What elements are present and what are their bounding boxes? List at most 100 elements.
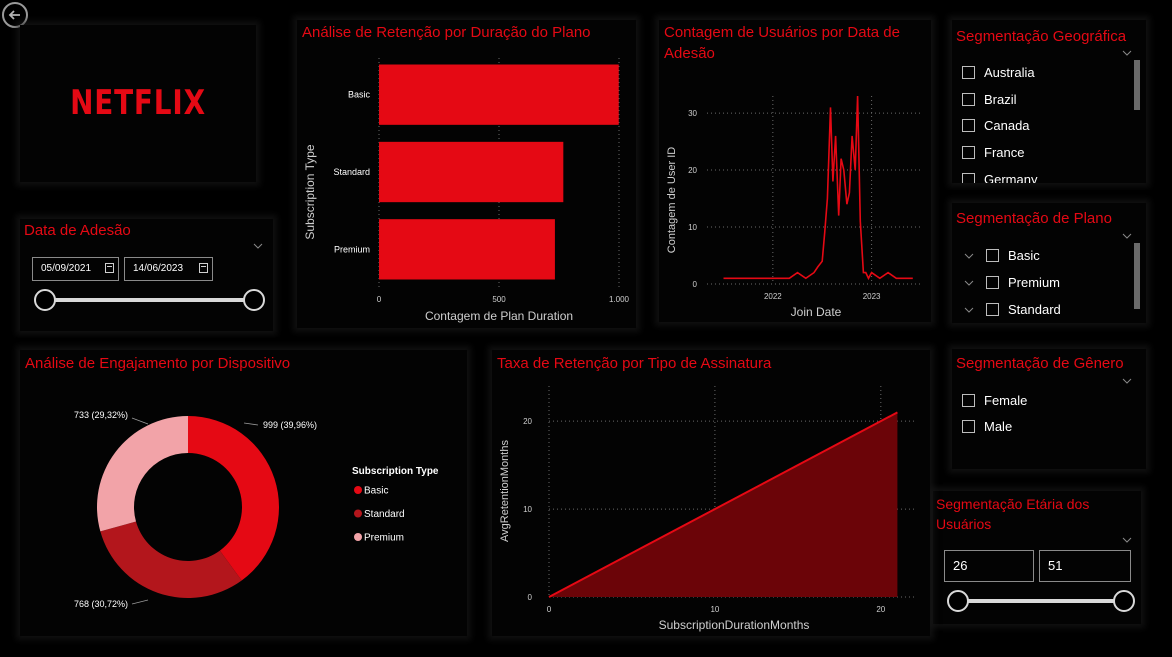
legend-label: Basic (364, 486, 388, 497)
leader-line (131, 599, 149, 605)
device-donut-chart: 999 (39,96%) 768 (30,72%) 733 (29,32%) Subs… (74, 410, 439, 609)
legend-title: Subscription Type (352, 466, 439, 477)
end-date-value: 14/06/2023 (133, 263, 184, 274)
x-axis-title: Join Date (791, 305, 842, 319)
age-min-input[interactable]: 26 (944, 550, 1034, 582)
category-label: Standard (333, 167, 370, 177)
calendar-icon[interactable] (199, 263, 208, 273)
plan-option-label: Premium (1008, 275, 1061, 290)
checkbox[interactable] (986, 276, 999, 289)
leader-line (243, 422, 259, 426)
legend-marker (354, 486, 362, 494)
plan-option-label: Basic (1008, 248, 1040, 263)
category-label: Premium (334, 244, 370, 254)
age-range-start-handle[interactable] (947, 590, 969, 612)
y-tick-label: 20 (523, 417, 532, 426)
gender-slicer: Segmentação de Gênero Female Male (952, 349, 1146, 469)
age-range-end-handle[interactable] (1113, 590, 1135, 612)
date-range-start-handle[interactable] (34, 289, 56, 311)
retention-by-plan-card: Análise de Retenção por Duração do Plano… (297, 20, 636, 328)
x-tick-label: 0 (377, 295, 382, 304)
legend-marker (354, 533, 362, 541)
data-label: 733 (29,32%) (74, 410, 128, 420)
retention-rate-card: Taxa de Retenção por Tipo de Assinatura … (492, 350, 930, 636)
device-engagement-card: Análise de Engajamento por Dispositivo 9… (20, 350, 467, 636)
gender-slicer-title: Segmentação de Gênero (956, 355, 1124, 372)
chevron-down-icon[interactable] (1122, 232, 1132, 240)
x-tick-label: 2022 (764, 292, 782, 301)
bar (379, 64, 619, 125)
plan-slicer: Segmentação de Plano Basic Premium Standar… (952, 203, 1146, 323)
join-date-slicer: Data de Adesão 05/09/2021 14/06/2023 (20, 219, 273, 331)
y-axis-title: AvgRetentionMonths (499, 440, 511, 542)
plan-scrollbar[interactable] (1134, 243, 1140, 309)
start-date-value: 05/09/2021 (41, 263, 92, 274)
checkbox[interactable] (986, 303, 999, 316)
y-tick-label: 20 (688, 166, 697, 175)
age-slicer-title: Segmentação Etária dos Usuários (936, 496, 1090, 532)
back-arrow-icon (8, 10, 20, 20)
retention-area-chart: 0 10 20 0 10 20 SubscriptionDurationMonths AvgR… (499, 386, 914, 632)
leader-line (131, 417, 149, 425)
donut-slice (188, 416, 279, 581)
chevron-down-icon[interactable] (1122, 536, 1132, 544)
age-slicer: Segmentação Etária dos Usuários 26 51 (933, 491, 1141, 624)
data-label: 768 (30,72%) (74, 599, 128, 609)
country-option-label: Germany (984, 171, 1038, 183)
x-tick-label: 1.000 (609, 295, 630, 304)
join-date-title: Data de Adesão (24, 222, 131, 239)
chevron-down-icon[interactable] (964, 306, 974, 314)
retention-bar-chart: 0 500 1.000 Basic Standard Premium Contagem de… (303, 58, 630, 323)
data-label: 999 (39,96%) (263, 420, 317, 430)
gender-option-label: Female (984, 393, 1028, 408)
y-tick-label: 30 (688, 109, 697, 118)
donut-slice (100, 521, 242, 598)
geo-scrollbar[interactable] (1134, 60, 1140, 110)
checkbox[interactable] (962, 146, 975, 160)
legend-label: Premium (364, 533, 404, 544)
legend-marker (354, 509, 362, 518)
checkbox[interactable] (962, 394, 975, 407)
x-tick-label: 10 (710, 605, 719, 614)
checkbox[interactable] (962, 92, 975, 106)
checkbox[interactable] (962, 119, 975, 133)
donut-slice (96, 416, 188, 532)
age-range-track[interactable] (959, 599, 1127, 603)
geo-slicer: Segmentação Geográfica Australia Brazil Ca… (952, 20, 1146, 183)
plan-option-label: Standard (1008, 302, 1061, 317)
checkbox[interactable] (962, 420, 975, 433)
y-tick-label: 0 (528, 593, 533, 602)
series-line (723, 95, 913, 281)
y-axis-title: Subscription Type (303, 144, 317, 239)
age-max-input[interactable]: 51 (1039, 550, 1131, 582)
checkbox[interactable] (986, 249, 999, 262)
gender-option-label: Male (984, 419, 1013, 434)
chevron-down-icon[interactable] (253, 242, 263, 250)
x-tick-label: 500 (492, 295, 506, 304)
checkbox[interactable] (962, 172, 975, 183)
x-tick-label: 2023 (863, 292, 881, 301)
x-axis-title: Contagem de Plan Duration (425, 309, 573, 323)
checkbox[interactable] (962, 66, 975, 79)
y-tick-label: 0 (693, 280, 698, 289)
chevron-down-icon[interactable] (1122, 49, 1132, 57)
start-date-input[interactable]: 05/09/2021 (32, 257, 119, 281)
x-tick-label: 0 (547, 605, 552, 614)
country-option-label: France (984, 145, 1025, 161)
chevron-down-icon[interactable] (964, 279, 974, 287)
calendar-icon[interactable] (105, 263, 114, 273)
chevron-down-icon[interactable] (1122, 377, 1132, 385)
y-tick-label: 10 (523, 505, 532, 514)
country-option-label: Australia (984, 65, 1035, 80)
chevron-down-icon[interactable] (964, 252, 974, 260)
netflix-logo: NETFLIX (70, 83, 206, 123)
logo-card: NETFLIX (20, 25, 256, 182)
end-date-input[interactable]: 14/06/2023 (124, 257, 213, 281)
users-by-date-card: Contagem de Usuários por Data de Adesão … (659, 20, 931, 322)
country-option-label: Canada (984, 118, 1030, 134)
plan-slicer-title: Segmentação de Plano (956, 210, 1112, 227)
date-range-track[interactable] (46, 298, 256, 302)
date-range-end-handle[interactable] (243, 289, 265, 311)
category-label: Basic (348, 90, 371, 100)
bar (379, 141, 564, 203)
